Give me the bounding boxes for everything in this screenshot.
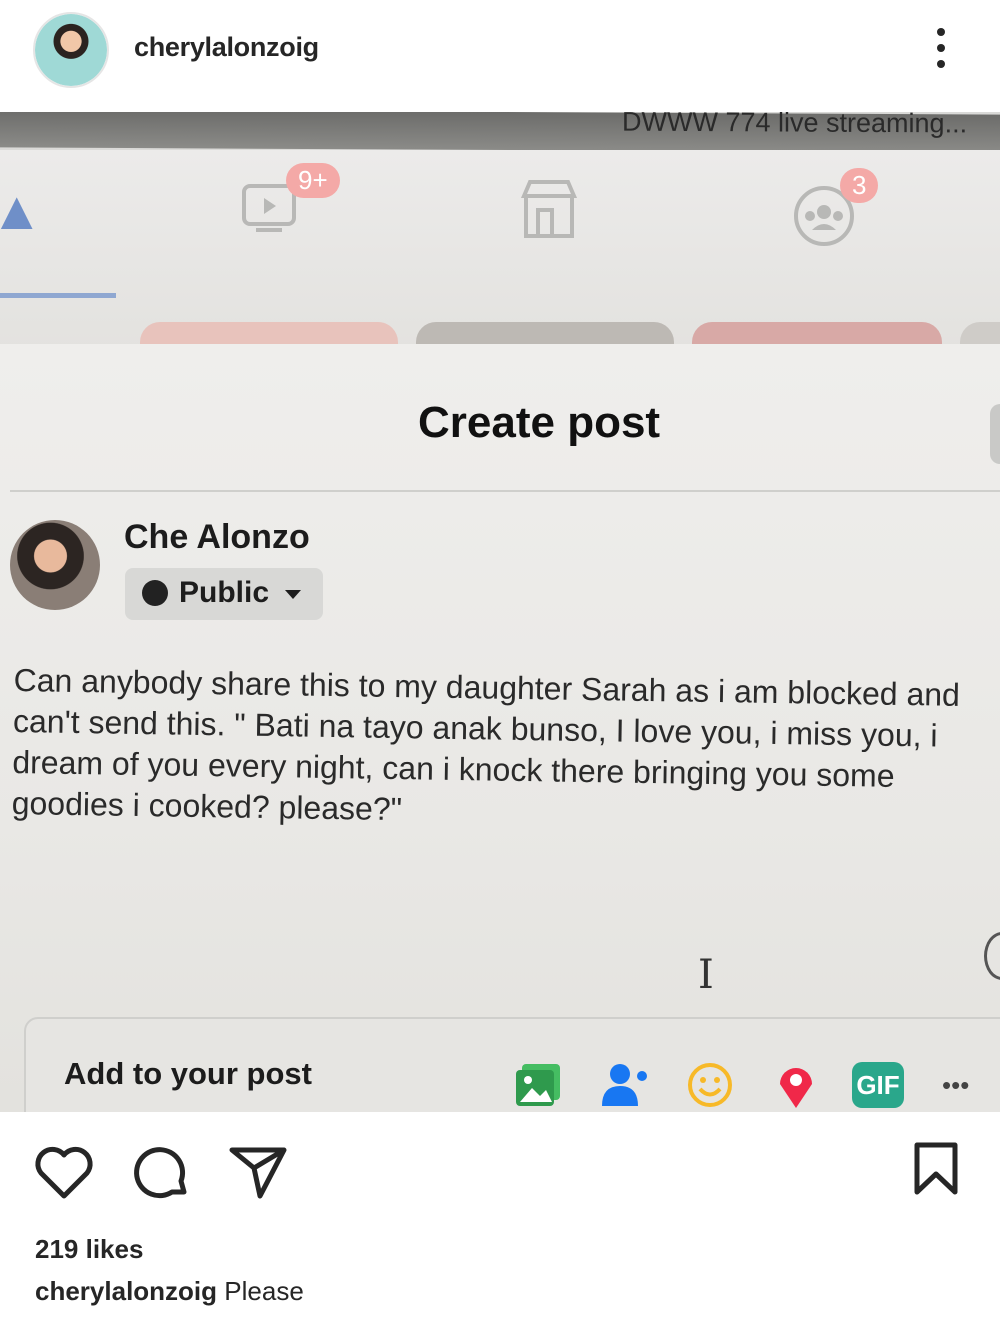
caption-text: Please xyxy=(224,1276,304,1306)
browser-top-bar: DWWW 774 live streaming... xyxy=(0,112,1000,153)
feeling-icon[interactable] xyxy=(686,1062,734,1108)
close-dialog-button[interactable] xyxy=(990,404,1000,464)
create-post-title: Create post xyxy=(418,398,661,447)
active-tab-indicator xyxy=(0,293,116,298)
marketplace-icon xyxy=(520,180,578,238)
caret-down-icon xyxy=(285,590,301,599)
groups-badge: 3 xyxy=(840,168,879,203)
globe-icon xyxy=(142,580,168,606)
author-name: Che Alonzo xyxy=(124,518,310,556)
location-pin-icon[interactable] xyxy=(772,1062,820,1108)
post-header: cherylalonzoig xyxy=(0,0,1000,112)
heart-icon[interactable] xyxy=(34,1146,94,1200)
more-options-button[interactable]: ••• xyxy=(942,1062,990,1108)
tag-people-icon[interactable] xyxy=(600,1062,648,1108)
post-caption: cherylalonzoig Please xyxy=(35,1276,304,1307)
audience-selector[interactable]: Public xyxy=(125,568,323,620)
author-avatar xyxy=(10,520,100,610)
profile-avatar[interactable] xyxy=(33,12,109,88)
gif-button[interactable]: GIF xyxy=(852,1062,904,1108)
audience-label: Public xyxy=(179,576,270,609)
likes-count[interactable]: 219 likes xyxy=(35,1234,143,1265)
post-text-input[interactable]: Can anybody share this to my daughter Sa… xyxy=(11,660,973,839)
post-actions: 219 likes cherylalonzoig Please xyxy=(0,1112,1000,1321)
share-icon[interactable] xyxy=(228,1146,288,1200)
home-icon: ▲ xyxy=(0,181,44,241)
photo-video-icon[interactable] xyxy=(514,1062,562,1108)
bookmark-icon[interactable] xyxy=(912,1142,960,1196)
caption-username[interactable]: cherylalonzoig xyxy=(35,1276,217,1306)
post-photo[interactable]: DWWW 774 live streaming... ▲ 9+ 3 Create… xyxy=(0,112,1000,1112)
facebook-nav-strip: ▲ 9+ 3 xyxy=(0,150,1000,350)
text-cursor-icon: I xyxy=(698,952,714,998)
post-username[interactable]: cherylalonzoig xyxy=(134,32,319,63)
live-streaming-text: DWWW 774 live streaming... xyxy=(622,112,968,139)
add-to-post-label: Add to your post xyxy=(64,1056,312,1091)
video-badge: 9+ xyxy=(286,163,340,198)
more-options-icon[interactable] xyxy=(930,28,952,72)
dialog-divider xyxy=(10,490,1000,492)
comment-icon[interactable] xyxy=(132,1146,190,1200)
